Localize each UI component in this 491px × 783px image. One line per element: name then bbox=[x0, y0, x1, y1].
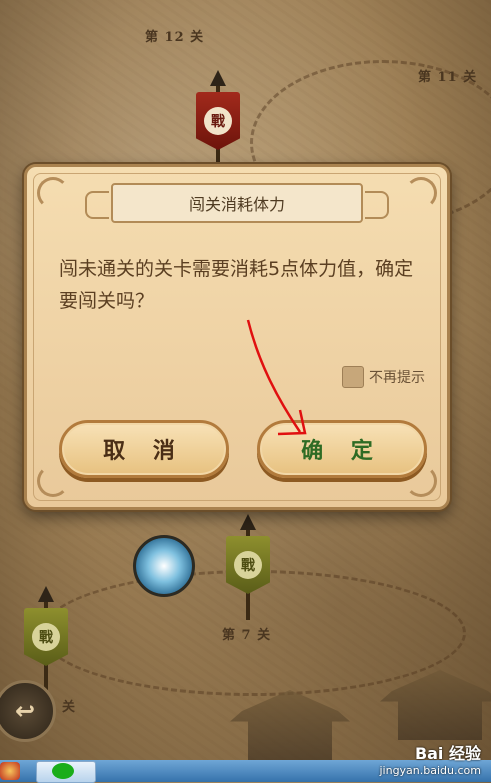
level-8-banner[interactable]: 戰 bbox=[226, 514, 270, 620]
banner-seal: 戰 bbox=[204, 107, 232, 135]
banner-seal: 戰 bbox=[234, 551, 262, 579]
dialog-corner-ornament bbox=[405, 177, 437, 209]
cancel-button[interactable]: 取 消 bbox=[59, 420, 229, 478]
dialog-corner-ornament bbox=[37, 177, 69, 209]
dont-remind-checkbox[interactable] bbox=[342, 366, 364, 388]
level-12-banner[interactable]: 戰 bbox=[196, 70, 240, 174]
baidu-watermark: Bai 经验 jingyan.baidu.com bbox=[379, 740, 481, 777]
dont-remind-option[interactable]: 不再提示 bbox=[342, 366, 425, 388]
dialog-message: 闯未通关的关卡需要消耗5点体力值，确定要闯关吗？ bbox=[59, 258, 414, 312]
level-11-label: 第 11 关 bbox=[418, 70, 478, 85]
dialog-title: 闯关消耗体力 bbox=[85, 183, 389, 223]
level-6-banner[interactable]: 戰 bbox=[24, 586, 68, 690]
level-edge-label: 关 bbox=[62, 700, 77, 715]
player-avatar-medallion[interactable] bbox=[133, 535, 195, 597]
dont-remind-label: 不再提示 bbox=[369, 370, 425, 386]
level-12-label: 第 12 关 bbox=[145, 30, 205, 45]
back-arrow-icon: ↩ bbox=[14, 697, 36, 725]
wechat-icon bbox=[52, 763, 74, 779]
level-7-label: 第 7 关 bbox=[222, 628, 272, 643]
red-app-icon[interactable] bbox=[0, 762, 20, 780]
watermark-brand: Bai 经验 bbox=[414, 744, 481, 763]
banner-seal: 戰 bbox=[32, 623, 60, 651]
stamina-confirm-dialog: 闯关消耗体力 闯未通关的关卡需要消耗5点体力值，确定要闯关吗？ 不再提示 取 消… bbox=[24, 164, 450, 510]
confirm-button[interactable]: 确 定 bbox=[257, 420, 427, 478]
dialog-corner-ornament bbox=[37, 465, 69, 497]
watermark-site: jingyan.baidu.com bbox=[379, 764, 481, 777]
